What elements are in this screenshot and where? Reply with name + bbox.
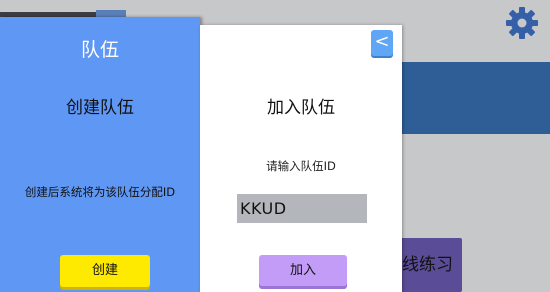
- background-banner: [400, 62, 550, 134]
- team-id-prompt: 请输入队伍ID: [266, 159, 336, 173]
- create-team-panel: 队伍 创建队伍 创建后系统将为该队伍分配ID 创建: [0, 17, 200, 292]
- gear-icon[interactable]: [504, 5, 540, 41]
- panel-title: 队伍: [80, 39, 119, 61]
- practice-button-label: 线练习: [402, 255, 453, 275]
- create-team-description: 创建后系统将为该队伍分配ID: [24, 185, 176, 199]
- join-team-panel: < 加入队伍 请输入队伍ID KKUD 加入: [200, 25, 402, 292]
- join-team-heading: 加入队伍: [267, 98, 335, 118]
- back-button[interactable]: <: [371, 30, 393, 56]
- team-id-input[interactable]: KKUD: [237, 194, 367, 223]
- create-team-heading: 创建队伍: [66, 98, 134, 118]
- create-button[interactable]: 创建: [60, 255, 150, 287]
- practice-button[interactable]: 线练习: [400, 238, 462, 292]
- back-arrow-icon: <: [374, 31, 390, 52]
- join-button[interactable]: 加入: [259, 255, 347, 286]
